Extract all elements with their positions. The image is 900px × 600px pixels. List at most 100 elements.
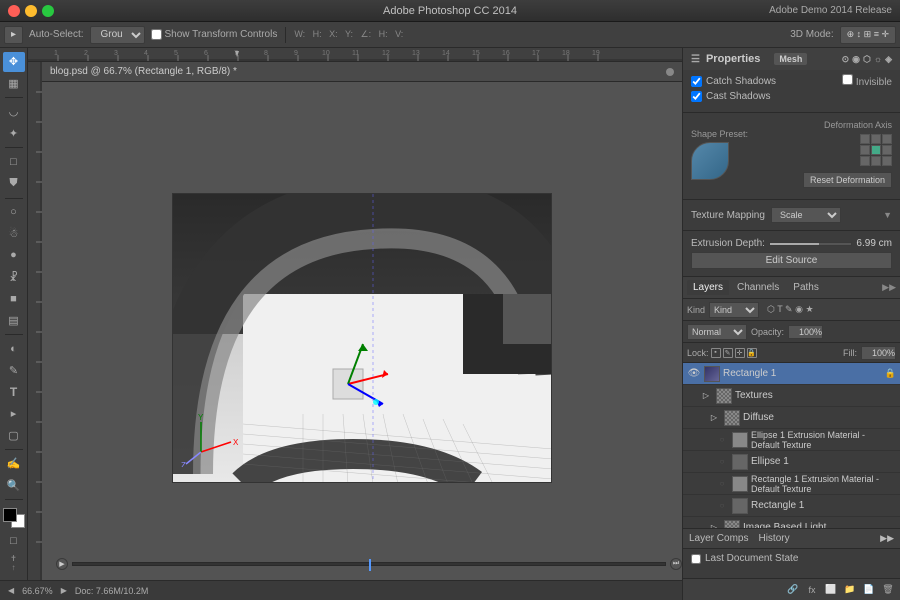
delete-layer-btn[interactable]: 🗑 xyxy=(880,582,896,598)
add-style-btn[interactable]: fx xyxy=(804,582,820,598)
lock-image[interactable]: ✎ xyxy=(723,348,733,358)
deform-dot-tr[interactable] xyxy=(882,134,892,144)
zoom-tool[interactable]: 🔍 xyxy=(3,476,25,496)
extrusion-slider[interactable] xyxy=(769,242,852,246)
document-tab[interactable]: blog.psd @ 66.7% (Rectangle 1, RGB/8) * xyxy=(42,62,682,82)
dodge-tool[interactable]: ◐ xyxy=(3,339,25,359)
comps-menu[interactable]: ▶▶ xyxy=(880,533,894,544)
layer-rectangle1[interactable]: 👁 Rectangle 1 🔒 xyxy=(683,363,900,385)
lock-position[interactable]: ✛ xyxy=(735,348,745,358)
auto-select-dropdown[interactable]: Group Layer xyxy=(90,26,145,44)
deform-dot-bl[interactable] xyxy=(860,156,870,166)
layer-ellipse1[interactable]: ○ Ellipse 1 xyxy=(683,451,900,473)
layer-vis-textures[interactable]: ▷ xyxy=(699,389,713,403)
hand-tool[interactable]: ✍ xyxy=(3,454,25,474)
catch-shadows-checkbox[interactable] xyxy=(691,76,702,87)
magic-wand-tool[interactable]: ✦ xyxy=(3,124,25,144)
tab-layers[interactable]: Layers xyxy=(687,280,729,295)
history-label[interactable]: History xyxy=(758,533,789,544)
eraser-tool[interactable]: ■ xyxy=(3,289,25,309)
prop-icon-3[interactable]: ⬡ xyxy=(863,54,871,65)
stamp-tool[interactable]: ● xyxy=(3,246,25,266)
maximize-button[interactable] xyxy=(42,5,54,17)
edit-source-btn[interactable]: Edit Source xyxy=(691,252,892,269)
lock-all[interactable]: 🔒 xyxy=(747,348,757,358)
deform-dot-ml[interactable] xyxy=(860,145,870,155)
layer-rect1-ext[interactable]: ○ Rectangle 1 Extrusion Material - Defau… xyxy=(683,473,900,495)
layer-name-e1: Ellipse 1 xyxy=(751,456,896,467)
layer-vis-e1ext[interactable]: ○ xyxy=(715,433,729,447)
layer-vis-e1[interactable]: ○ xyxy=(715,455,729,469)
arrow-tool-btn[interactable]: ▸ xyxy=(4,26,23,44)
selection-tool[interactable]: ▦ xyxy=(3,74,25,94)
status-arrow-left[interactable]: ◀ xyxy=(8,586,14,595)
panel-menu-icon[interactable]: ☰ xyxy=(691,54,700,65)
layer-ellipse1-ext[interactable]: ○ Ellipse 1 Extrusion Material - Default… xyxy=(683,429,900,451)
link-layers-btn[interactable]: 🔗 xyxy=(785,582,801,598)
pen-tool[interactable]: ✎ xyxy=(3,361,25,381)
kind-select[interactable]: Kind xyxy=(709,302,759,318)
play-btn[interactable]: ▶ xyxy=(56,558,68,570)
canvas-document[interactable]: X Y Z xyxy=(172,193,552,483)
brush-tool[interactable]: ☃ xyxy=(3,224,25,244)
layer-ibl[interactable]: ▷ Image Based Light xyxy=(683,517,900,528)
tab-paths[interactable]: Paths xyxy=(787,280,825,295)
healing-tool[interactable]: ○ xyxy=(3,202,25,222)
transform-controls-checkbox[interactable]: Show Transform Controls xyxy=(151,29,278,40)
deform-dot-mc[interactable] xyxy=(871,145,881,155)
shape-preview[interactable] xyxy=(691,142,729,180)
type-tool[interactable]: T xyxy=(3,382,25,402)
path-tool[interactable]: ▸ xyxy=(3,404,25,424)
layer-textures[interactable]: ▷ Textures xyxy=(683,385,900,407)
texture-mapping-select[interactable]: Scale Tile Stretch xyxy=(771,207,841,223)
layer-vis-ibl[interactable]: ▷ xyxy=(707,521,721,529)
layer-vis-r1ext[interactable]: ○ xyxy=(715,477,729,491)
step-btn[interactable]: ⏭ xyxy=(670,558,682,570)
layer-vis-rect1[interactable]: 👁 xyxy=(687,367,701,381)
reset-deformation-btn[interactable]: Reset Deformation xyxy=(803,172,892,188)
document-tab-close[interactable] xyxy=(666,68,674,76)
layer-vis-diffuse[interactable]: ▷ xyxy=(707,411,721,425)
change-screen-mode[interactable]: □ xyxy=(3,530,25,552)
new-group-btn[interactable]: 📁 xyxy=(842,582,858,598)
minimize-button[interactable] xyxy=(25,5,37,17)
deform-dot-bc[interactable] xyxy=(871,156,881,166)
move-tool[interactable]: ✥ xyxy=(3,52,25,72)
timeline-track[interactable] xyxy=(72,562,666,566)
layer-vis-r1sub[interactable]: ○ xyxy=(715,499,729,513)
foreground-color[interactable] xyxy=(3,508,17,522)
last-doc-state-checkbox[interactable] xyxy=(691,554,701,564)
crop-tool[interactable]: □ xyxy=(3,152,25,172)
shape-tool[interactable]: ▢ xyxy=(3,426,25,446)
lasso-tool[interactable]: ◡ xyxy=(3,102,25,122)
invisible-checkbox[interactable] xyxy=(842,74,853,85)
status-arrow-right[interactable]: ▶ xyxy=(61,586,67,595)
color-chips[interactable] xyxy=(3,508,25,528)
layer-rect1-sub[interactable]: ○ Rectangle 1 xyxy=(683,495,900,517)
deformation-axis-label: Deformation Axis xyxy=(824,120,892,130)
layer-diffuse[interactable]: ▷ Diffuse xyxy=(683,407,900,429)
prop-icon-1[interactable]: ⊙ xyxy=(842,54,850,65)
prop-icon-4[interactable]: ☼ xyxy=(874,54,882,65)
opacity-input[interactable] xyxy=(788,325,823,339)
options-bar: ▸ Auto-Select: Group Layer Show Transfor… xyxy=(0,22,900,48)
gradient-tool[interactable]: ▤ xyxy=(3,311,25,331)
eyedropper-tool[interactable]: ⛊ xyxy=(3,174,25,194)
prop-icon-5[interactable]: ◈ xyxy=(885,54,892,65)
blend-mode-select[interactable]: Normal Multiply Screen xyxy=(687,324,747,340)
deform-dot-tc[interactable] xyxy=(871,134,881,144)
history-brush-tool[interactable]: ☧ xyxy=(3,267,25,287)
prop-icon-2[interactable]: ◉ xyxy=(852,54,860,65)
new-layer-btn[interactable]: 📄 xyxy=(861,582,877,598)
fill-input[interactable] xyxy=(861,346,896,360)
close-button[interactable] xyxy=(8,5,20,17)
tab-channels[interactable]: Channels xyxy=(731,280,785,295)
texture-mapping-arrow[interactable]: ▼ xyxy=(883,210,892,220)
layers-expand-btn[interactable]: ▶▶ xyxy=(882,282,896,293)
cast-shadows-checkbox[interactable] xyxy=(691,91,702,102)
deform-dot-br[interactable] xyxy=(882,156,892,166)
add-mask-btn[interactable]: ⬜ xyxy=(823,582,839,598)
deform-dot-mr[interactable] xyxy=(882,145,892,155)
lock-transparent[interactable]: ▪ xyxy=(711,348,721,358)
deform-dot-tl[interactable] xyxy=(860,134,870,144)
